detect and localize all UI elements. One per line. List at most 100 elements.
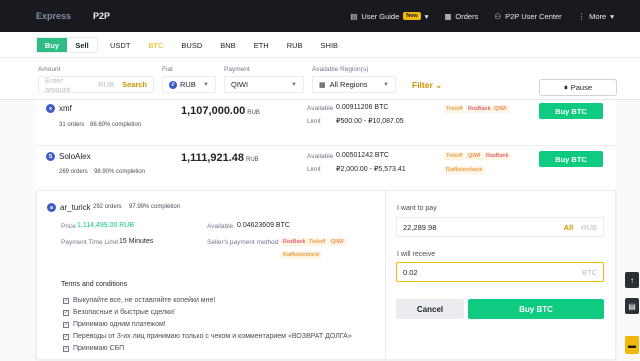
merchant-name[interactable]: SoloAlex bbox=[59, 152, 91, 161]
top-navbar: Express P2P ▤ User Guide New ▾ ▦ Orders … bbox=[0, 0, 640, 32]
terms-title: Terms and conditions bbox=[61, 281, 128, 288]
buy-btc-button[interactable]: Buy BTC bbox=[539, 151, 603, 167]
merchant-orders: 292 orders bbox=[93, 204, 122, 210]
new-badge: New bbox=[403, 12, 421, 20]
buy-sell-toggle: Buy Sell bbox=[36, 37, 98, 53]
filter-button[interactable]: Filter ⌄ bbox=[412, 80, 442, 91]
merchant-name[interactable]: xmf bbox=[59, 104, 72, 113]
chevron-down-icon: ▾ bbox=[424, 11, 429, 21]
receive-amount-input[interactable]: 0.02 BTC bbox=[396, 262, 604, 282]
pay-amount-input[interactable]: 22,289.98 All RUB bbox=[396, 217, 604, 237]
nav-orders[interactable]: ▦ Orders bbox=[444, 12, 478, 21]
checkbox-icon: ✓ bbox=[63, 297, 69, 304]
chat-icon: ▬ bbox=[628, 340, 636, 350]
chat-button[interactable]: ▬ bbox=[625, 336, 639, 354]
region-value: All Regions bbox=[329, 80, 368, 89]
amount-placeholder: Enter amount bbox=[45, 75, 71, 94]
orders-icon: ▦ bbox=[444, 11, 452, 21]
payment-tag: QIWI bbox=[329, 238, 346, 246]
amount-input[interactable]: Enter amount RUB Search bbox=[38, 75, 154, 94]
user-guide-label: User Guide bbox=[361, 11, 400, 21]
avatar: x bbox=[46, 104, 55, 113]
payment-tag: Raiffeisenbank bbox=[281, 251, 322, 259]
receive-value: 0.02 bbox=[403, 267, 418, 277]
tab-usdt[interactable]: USDT bbox=[110, 41, 130, 50]
book-icon: ▤ bbox=[350, 11, 358, 21]
available-label: Available bbox=[307, 105, 334, 112]
orders-label: Orders bbox=[455, 11, 479, 21]
users-icon: ⚇ bbox=[494, 11, 502, 21]
nav-express[interactable]: Express bbox=[36, 11, 71, 21]
terms-line: ✓ Безопасные и быстрые сделки! bbox=[63, 309, 175, 316]
available-label: Available bbox=[207, 223, 234, 230]
receive-unit: BTC bbox=[582, 267, 597, 277]
payment-tag: RosBank bbox=[484, 152, 511, 160]
pause-button[interactable]: ⏸ Pause bbox=[539, 79, 617, 96]
tab-shib[interactable]: SHIB bbox=[321, 41, 339, 50]
payment-value: QIWI bbox=[231, 80, 249, 89]
all-button[interactable]: All bbox=[564, 223, 574, 232]
sell-tab[interactable]: Sell bbox=[67, 38, 97, 52]
available-label: Available bbox=[307, 153, 334, 160]
search-button[interactable]: Search bbox=[122, 80, 147, 89]
nav-user-guide[interactable]: ▤ User Guide New ▾ bbox=[350, 12, 428, 21]
time-limit-value: 15 Minutes bbox=[119, 238, 154, 245]
pay-value: 22,289.98 bbox=[403, 222, 437, 232]
nav-more[interactable]: ⋮ More ▾ bbox=[578, 12, 614, 21]
payment-tag: RosBank bbox=[466, 105, 493, 113]
amount-unit: RUB bbox=[98, 80, 114, 89]
payment-label: Payment bbox=[224, 66, 250, 73]
region-label: Available Region(s) bbox=[312, 66, 369, 73]
payment-tag: Tinkoff bbox=[307, 238, 328, 246]
merchant-name[interactable]: ar_turick bbox=[60, 203, 91, 212]
buy-tab[interactable]: Buy bbox=[37, 38, 67, 52]
tab-rub[interactable]: RUB bbox=[287, 41, 303, 50]
offer-row: S SoloAlex 269 orders 98.90% completion … bbox=[36, 146, 616, 192]
buy-btc-button[interactable]: Buy BTC bbox=[539, 103, 603, 119]
fiat-select[interactable]: ₽ RUB ▼ bbox=[162, 76, 216, 93]
news-icon: ▤ bbox=[628, 301, 636, 311]
tab-busd[interactable]: BUSD bbox=[181, 41, 202, 50]
chevron-down-icon: ⌄ bbox=[435, 80, 443, 90]
cancel-button[interactable]: Cancel bbox=[396, 299, 464, 319]
offer-price: 1,107,000.00 RUB bbox=[181, 105, 260, 117]
payment-tag: QIWI bbox=[466, 152, 483, 160]
terms-line: ✓ Переводы от 3-их лиц принимаю только с … bbox=[63, 333, 352, 340]
merchant-completion: 97.99% completion bbox=[129, 204, 181, 210]
buy-btc-button[interactable]: Buy BTC bbox=[468, 299, 604, 319]
tab-btc[interactable]: BTC bbox=[148, 41, 163, 50]
payment-tag: Tinkoff bbox=[444, 105, 465, 113]
fiat-label: Fiat bbox=[162, 66, 173, 73]
merchant-completion: 98.90% completion bbox=[94, 169, 146, 175]
region-select[interactable]: ▦ All Regions ▼ bbox=[312, 76, 396, 93]
nav-user-center[interactable]: ⚇ P2P User Center bbox=[494, 12, 561, 21]
scroll-to-top-button[interactable]: ↑ bbox=[625, 272, 639, 288]
limit-value: ₽500.00 - ₽10,087.05 bbox=[336, 118, 404, 125]
price-value: 1,114,499.00 RUB bbox=[77, 222, 135, 229]
tab-bnb[interactable]: BNB bbox=[220, 41, 235, 50]
coin-tabs: USDT BTC BUSD BNB ETH RUB SHIB bbox=[110, 32, 338, 58]
merchant-orders: 269 orders bbox=[59, 169, 88, 175]
terms-line: ✓ Принимаю одним платежом! bbox=[63, 321, 166, 328]
available-value: 0.00911206 BTC bbox=[336, 104, 389, 111]
chevron-down-icon: ▼ bbox=[291, 81, 297, 88]
checkbox-icon: ✓ bbox=[63, 309, 69, 316]
merchant-orders: 31 orders bbox=[59, 122, 85, 128]
pause-icon: ⏸ bbox=[563, 82, 568, 92]
price-label: Price bbox=[61, 223, 76, 230]
news-button[interactable]: ▤ bbox=[625, 298, 639, 314]
avatar: S bbox=[46, 152, 55, 161]
nav-p2p[interactable]: P2P bbox=[93, 11, 110, 21]
ruble-icon: ₽ bbox=[169, 80, 177, 89]
pause-label: Pause bbox=[570, 83, 593, 92]
tab-eth[interactable]: ETH bbox=[254, 41, 269, 50]
time-limit-label: Payment Time Limit bbox=[61, 239, 119, 246]
payment-select[interactable]: QIWI ▼ bbox=[224, 76, 304, 93]
checkbox-icon: ✓ bbox=[63, 345, 69, 352]
limit-label: Limit bbox=[307, 166, 321, 173]
payment-tag: Tinkoff bbox=[444, 152, 465, 160]
offer-row: x xmf 31 orders 88.60% completion 1,107,… bbox=[36, 100, 616, 146]
limit-label: Limit bbox=[307, 118, 321, 125]
globe-icon: ▦ bbox=[319, 81, 326, 89]
limit-value: ₽2,000.00 - ₽5,573.41 bbox=[336, 166, 406, 173]
